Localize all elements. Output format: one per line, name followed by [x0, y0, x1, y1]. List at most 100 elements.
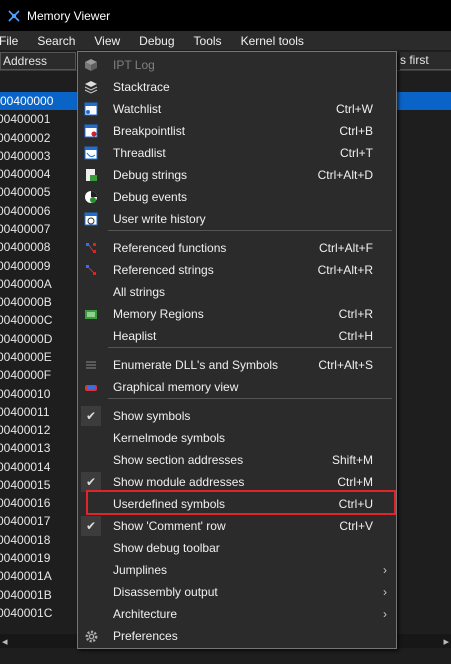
address-row[interactable]: 00400014 — [0, 458, 80, 476]
address-column-header[interactable]: Address — [0, 52, 76, 70]
list-icon — [83, 357, 99, 373]
menu-kernel-tools[interactable]: Kernel tools — [236, 34, 309, 48]
address-row[interactable]: 00400011 — [0, 403, 80, 421]
menu-item-label: Stacktrace — [113, 80, 170, 94]
submenu-arrow-icon: › — [383, 563, 387, 577]
menu-item-heaplist[interactable]: Heaplist Ctrl+H — [79, 325, 395, 347]
menu-item-breakpointlist[interactable]: Breakpointlist Ctrl+B — [79, 120, 395, 142]
address-row[interactable]: 00400015 — [0, 476, 80, 494]
right-column-header[interactable]: s first — [400, 52, 451, 70]
menu-item-memory-regions[interactable]: Memory Regions Ctrl+R — [79, 303, 395, 325]
address-row[interactable]: 0040000E — [0, 348, 80, 366]
menu-item-kernelmode-symbols[interactable]: Kernelmode symbols — [79, 427, 395, 449]
menu-item-graphical-memory-view[interactable]: Graphical memory view — [79, 376, 395, 398]
menu-item-watchlist[interactable]: Watchlist Ctrl+W — [79, 98, 395, 120]
menu-item-referenced-strings[interactable]: Referenced strings Ctrl+Alt+R — [79, 259, 395, 281]
selected-row-right[interactable] — [397, 92, 451, 110]
address-row[interactable]: 0040000C — [0, 311, 80, 329]
menu-item-shortcut: Ctrl+H — [338, 329, 373, 343]
menu-item-show-debug-toolbar[interactable]: Show debug toolbar — [79, 537, 395, 559]
address-row[interactable]: 0040001A — [0, 567, 80, 585]
menu-tools[interactable]: Tools — [189, 34, 227, 48]
menu-file[interactable]: File — [0, 34, 23, 48]
menu-item-show-symbols[interactable]: ✔ Show symbols — [79, 405, 395, 427]
address-row[interactable]: 00400006 — [0, 202, 80, 220]
menu-item-stacktrace[interactable]: Stacktrace — [79, 76, 395, 98]
menu-item-debug-strings[interactable]: Debug strings Ctrl+Alt+D — [79, 164, 395, 186]
menu-item-label: Architecture — [113, 607, 178, 621]
menu-item-label: User write history — [113, 212, 206, 226]
address-row[interactable]: 00400019 — [0, 549, 80, 567]
check-icon: ✔ — [85, 475, 97, 489]
menu-item-label: Enumerate DLL's and Symbols — [113, 358, 279, 372]
menu-item-label: Watchlist — [113, 102, 162, 116]
address-row[interactable]: 0040000F — [0, 366, 80, 384]
menu-item-label: Referenced strings — [113, 263, 214, 277]
address-row[interactable]: 0040001B — [0, 586, 80, 604]
scroll-right-icon[interactable]: ▸ — [443, 635, 449, 648]
menu-item-shortcut: Ctrl+Alt+S — [318, 358, 373, 372]
address-row[interactable]: 0040001C — [0, 604, 80, 622]
address-row[interactable]: 00400012 — [0, 421, 80, 439]
menu-item-label: Show symbols — [113, 409, 191, 423]
address-row[interactable]: 0040000A — [0, 275, 80, 293]
address-row[interactable]: 00400018 — [0, 531, 80, 549]
menu-item-threadlist[interactable]: Threadlist Ctrl+T — [79, 142, 395, 164]
menu-item-label: Kernelmode symbols — [113, 431, 226, 445]
scroll-left-icon[interactable]: ◂ — [2, 635, 8, 648]
menu-item-user-write-history[interactable]: User write history — [79, 208, 395, 230]
menu-debug[interactable]: Debug — [134, 34, 179, 48]
menu-view[interactable]: View — [89, 34, 125, 48]
menu-item-jumplines[interactable]: Jumplines › — [79, 559, 395, 581]
submenu-arrow-icon: › — [383, 607, 387, 621]
address-row[interactable]: 00400013 — [0, 439, 80, 457]
menu-item-all-strings[interactable]: All strings — [79, 281, 395, 303]
menu-item-debug-events[interactable]: Debug events — [79, 186, 395, 208]
address-row[interactable]: 00400010 — [0, 385, 80, 403]
menu-item-label: Preferences — [113, 629, 178, 643]
address-row[interactable]: 00400005 — [0, 183, 80, 201]
address-list: 00400000 00400001 00400002 00400003 00400004… — [0, 92, 80, 622]
menu-item-referenced-functions[interactable]: Referenced functions Ctrl+Alt+F — [79, 237, 395, 259]
address-row[interactable]: 00400001 — [0, 110, 80, 128]
menu-item-label: Debug events — [113, 190, 188, 204]
address-row[interactable]: 00400016 — [0, 494, 80, 512]
menu-item-shortcut: Ctrl+Alt+R — [317, 263, 373, 277]
menu-item-show-comment-row[interactable]: ✔ Show 'Comment' row Ctrl+V — [79, 515, 395, 537]
address-row[interactable]: 00400002 — [0, 129, 80, 147]
menu-item-preferences[interactable]: Preferences — [79, 625, 395, 647]
menu-search[interactable]: Search — [32, 34, 80, 48]
menu-item-ipt-log[interactable]: IPT Log — [79, 54, 395, 76]
menu-item-show-section-addresses[interactable]: Show section addresses Shift+M — [79, 449, 395, 471]
address-row[interactable]: 00400004 — [0, 165, 80, 183]
memory-regions-icon — [83, 306, 99, 322]
menu-item-label: Show 'Comment' row — [113, 519, 226, 533]
window-title: Memory Viewer — [27, 8, 111, 23]
menu-item-shortcut: Ctrl+V — [339, 519, 373, 533]
address-row[interactable]: 00400003 — [0, 147, 80, 165]
menu-item-enumerate-dll-s-and-symbols[interactable]: Enumerate DLL's and Symbols Ctrl+Alt+S — [79, 354, 395, 376]
menu-item-shortcut: Ctrl+W — [336, 102, 373, 116]
menu-item-label: Jumplines — [113, 563, 168, 577]
menu-item-disassembly-output[interactable]: Disassembly output › — [79, 581, 395, 603]
menu-item-shortcut: Ctrl+Alt+F — [318, 241, 373, 255]
menu-item-shortcut: Ctrl+R — [338, 307, 373, 321]
menu-item-shortcut: Ctrl+Alt+D — [317, 168, 373, 182]
menu-item-label: Show section addresses — [113, 453, 244, 467]
address-row[interactable]: 00400000 — [0, 92, 80, 111]
address-row[interactable]: 00400017 — [0, 512, 80, 530]
menu-item-label: Debug strings — [113, 168, 188, 182]
address-row[interactable]: 0040000D — [0, 330, 80, 348]
menu-item-label: Memory Regions — [113, 307, 204, 321]
address-row[interactable]: 00400008 — [0, 238, 80, 256]
menu-item-label: IPT Log — [113, 58, 155, 72]
address-row[interactable]: 0040000B — [0, 293, 80, 311]
check-icon: ✔ — [85, 409, 97, 423]
menu-item-label: Show debug toolbar — [113, 541, 220, 555]
address-row[interactable]: 00400007 — [0, 220, 80, 238]
breakpoint-icon — [83, 123, 99, 139]
address-row[interactable]: 00400009 — [0, 257, 80, 275]
menu-item-architecture[interactable]: Architecture › — [79, 603, 395, 625]
menu-separator — [108, 398, 392, 399]
menu-item-label: Breakpointlist — [113, 124, 186, 138]
